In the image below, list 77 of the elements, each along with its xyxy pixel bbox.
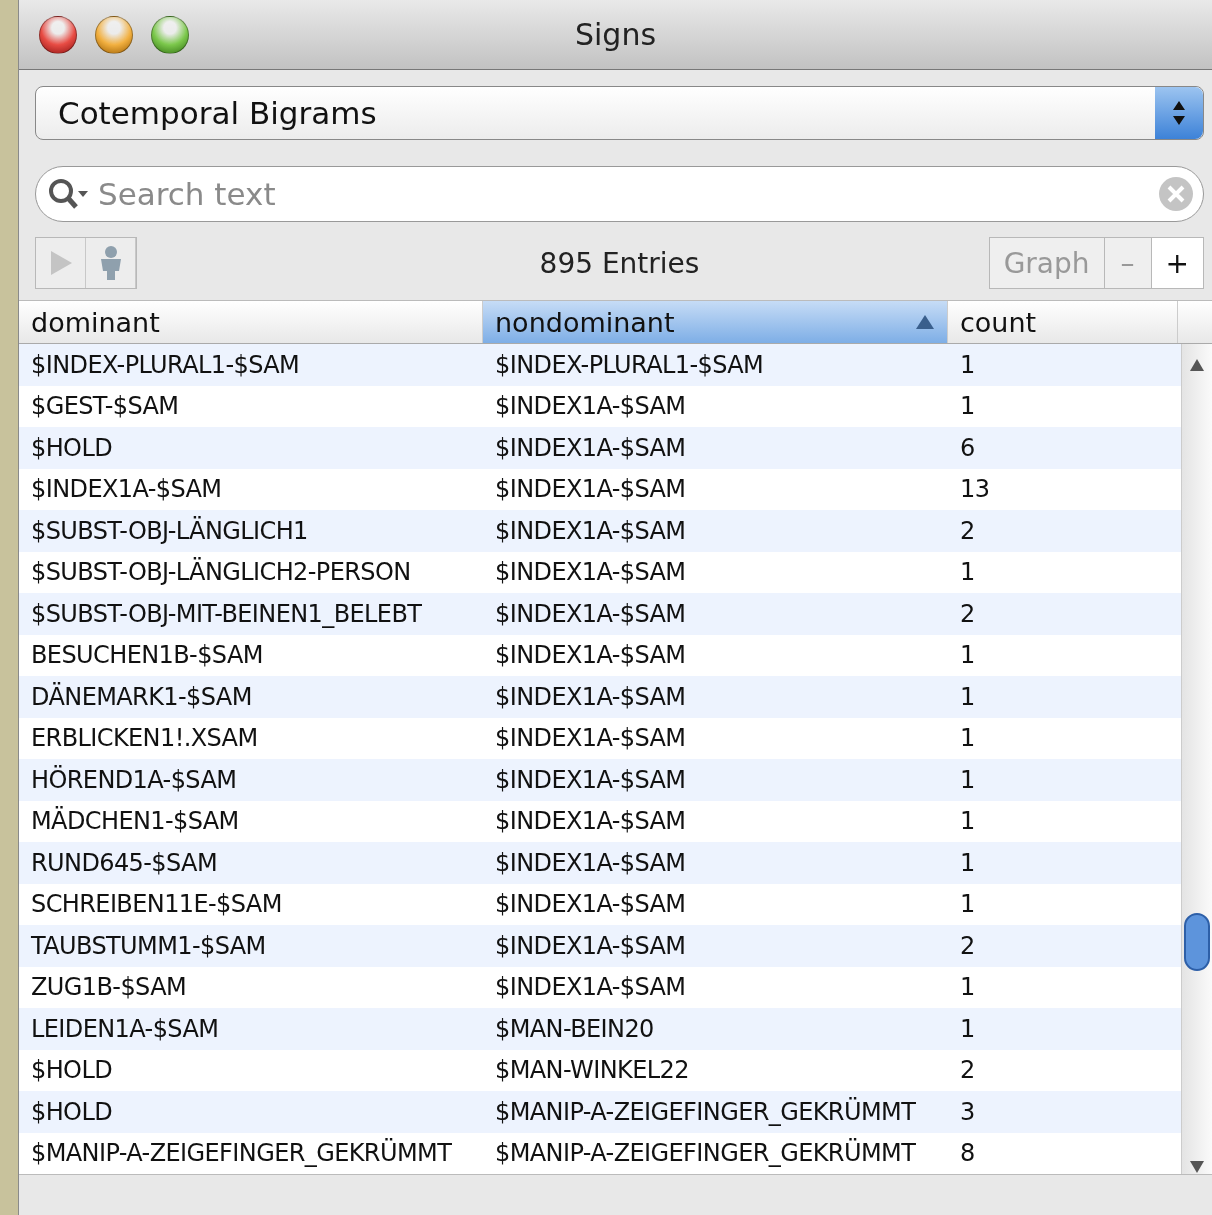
table-cell-text: $HOLD <box>30 433 114 462</box>
table-cell-text: $MANIP-A-ZEIGEFINGER_GEKRÜMMT <box>494 1097 917 1126</box>
table-cell-text: $INDEX1A-$SAM <box>494 931 687 960</box>
table-cell-text: 1 <box>959 890 976 919</box>
table-cell-text: 1 <box>959 641 976 670</box>
table-cell-text: 1 <box>959 765 976 794</box>
table-cell-text: 1 <box>959 392 976 421</box>
table-cell-text: MÄDCHEN1-$SAM <box>30 807 240 836</box>
table-cell-text: 2 <box>959 516 976 545</box>
table-cell-text: $INDEX1A-$SAM <box>494 641 687 670</box>
scrollbar[interactable] <box>1181 344 1212 1174</box>
table-cell-text: 13 <box>959 475 991 504</box>
table-cell-text: $MANIP-A-ZEIGEFINGER_GEKRÜMMT <box>30 1139 453 1168</box>
table-cell-text: $SUBST-OBJ-MIT-BEINEN1_BELEBT <box>30 599 423 628</box>
table-cell-text: $INDEX1A-$SAM <box>494 599 687 628</box>
table-cell-text: 2 <box>959 599 976 628</box>
table-cell-text: $INDEX1A-$SAM <box>494 682 687 711</box>
table-cell-text: 1 <box>959 724 976 753</box>
table-cell-text: $INDEX1A-$SAM <box>494 433 687 462</box>
table-cell-text: TAUBSTUMM1-$SAM <box>30 931 267 960</box>
stepper-icon <box>1155 87 1203 139</box>
table-cell-text: ZUG1B-$SAM <box>30 973 188 1002</box>
table-cell-text: $MANIP-A-ZEIGEFINGER_GEKRÜMMT <box>494 1139 917 1168</box>
table-cell-text: 1 <box>959 1014 976 1043</box>
table-cell-text: 8 <box>959 1139 976 1168</box>
table-cell-text: $HOLD <box>30 1056 114 1085</box>
minimize-button[interactable] <box>95 15 133 54</box>
table-cell-text: SCHREIBEN11E-$SAM <box>30 890 283 919</box>
table-cell-text: 1 <box>959 848 976 877</box>
table-cell-text: 1 <box>959 973 976 1002</box>
table-cell-text: $SUBST-OBJ-LÄNGLICH1 <box>30 516 309 545</box>
table-cell-text: $SUBST-OBJ-LÄNGLICH2-PERSON <box>30 558 412 587</box>
add-button[interactable]: + <box>1150 237 1204 289</box>
scroll-up-icon[interactable] <box>1189 358 1205 372</box>
table-cell-text: 6 <box>959 433 976 462</box>
sort-up-icon <box>915 314 935 330</box>
table-cell-text: 1 <box>959 350 976 379</box>
scroll-thumb-icon[interactable] <box>1183 912 1211 972</box>
table-cell-text: $INDEX-PLURAL1-$SAM <box>494 350 765 379</box>
table-cell-text: DÄNEMARK1-$SAM <box>30 682 253 711</box>
table-cell-text: $INDEX1A-$SAM <box>494 890 687 919</box>
column-header[interactable]: nondominant <box>483 301 948 343</box>
table-cell-text: BESUCHEN1B-$SAM <box>30 641 264 670</box>
table-cell-text: $MAN-BEIN20 <box>494 1014 655 1043</box>
zoom-button[interactable] <box>151 15 189 54</box>
column-header[interactable]: count <box>948 301 1178 343</box>
table-cell-text: $INDEX1A-$SAM <box>494 392 687 421</box>
table-cell-text: 3 <box>959 1097 976 1126</box>
view-dropdown[interactable]: Cotemporal Bigrams <box>35 86 1204 140</box>
table-cell-text: RUND645-$SAM <box>30 848 219 877</box>
table-cell-text: $INDEX1A-$SAM <box>494 807 687 836</box>
close-button[interactable] <box>39 15 77 54</box>
table-cell-text: $INDEX-PLURAL1-$SAM <box>30 350 301 379</box>
table-cell-text: $INDEX1A-$SAM <box>494 516 687 545</box>
table-cell-text: $INDEX1A-$SAM <box>494 558 687 587</box>
table-cell-text: ERBLICKEN1!.XSAM <box>30 724 259 753</box>
table-cell-text: $INDEX1A-$SAM <box>494 724 687 753</box>
search-icon <box>47 177 89 211</box>
table-cell-text: $INDEX1A-$SAM <box>494 765 687 794</box>
table-cell-text: $MAN-WINKEL22 <box>494 1056 690 1085</box>
table-cell-text: 2 <box>959 931 976 960</box>
table-cell-text: HÖREND1A-$SAM <box>30 765 238 794</box>
table-cell-text: $GEST-$SAM <box>30 392 180 421</box>
table-cell-text: LEIDEN1A-$SAM <box>30 1014 220 1043</box>
table-cell-text: $INDEX1A-$SAM <box>494 973 687 1002</box>
table-cell-text: 1 <box>959 682 976 711</box>
entry-count: 895 Entries <box>539 246 700 280</box>
table-cell-text: $INDEX1A-$SAM <box>494 848 687 877</box>
table-cell-text: 1 <box>959 807 976 836</box>
window-title: Signs <box>574 17 657 52</box>
column-header[interactable]: dominant <box>19 301 483 343</box>
search-field[interactable]: Search text <box>35 166 1204 222</box>
table-cell-text: $INDEX1A-$SAM <box>494 475 687 504</box>
table-cell-text: $HOLD <box>30 1097 114 1126</box>
table-cell-text: $INDEX1A-$SAM <box>30 475 223 504</box>
table-cell-text: 1 <box>959 558 976 587</box>
table-cell-text: 2 <box>959 1056 976 1085</box>
